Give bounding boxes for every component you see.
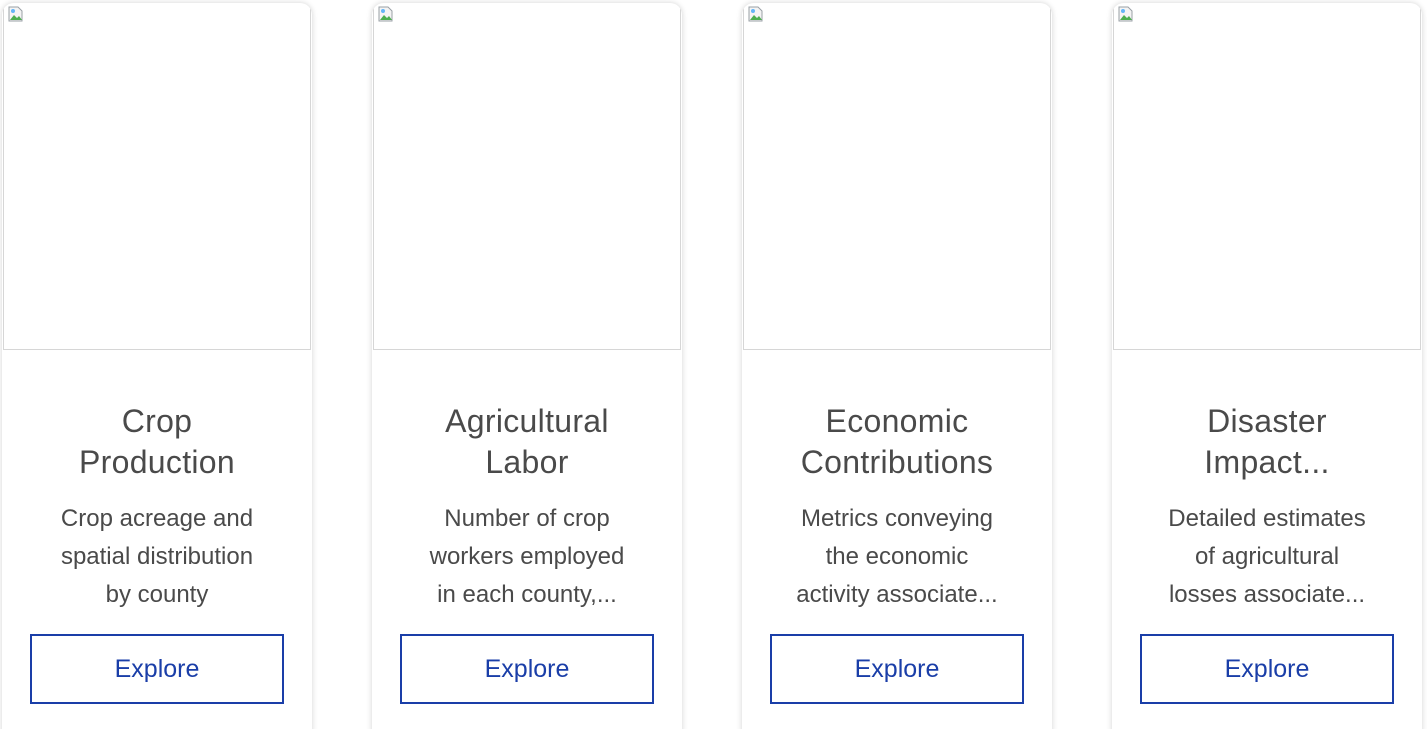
- card-title-line: Disaster: [1207, 403, 1327, 439]
- card-title-line: Economic: [825, 403, 969, 439]
- card-title: Crop Production: [42, 401, 272, 483]
- card-description-line: losses associate...: [1168, 581, 1366, 608]
- explore-button[interactable]: Explore: [400, 634, 654, 704]
- card-image: [743, 4, 1051, 350]
- broken-image-icon: [1118, 6, 1133, 22]
- card-title-line: Crop: [121, 403, 193, 439]
- card-title-line: Agricultural: [445, 403, 609, 439]
- broken-image-icon: [748, 6, 763, 22]
- card-agricultural-labor: Agricultural Labor Number of crop worker…: [372, 3, 682, 729]
- card-grid: Crop Production Crop acreage and spatial…: [0, 0, 1427, 729]
- card-description-line: Number of crop: [444, 505, 610, 532]
- card-title-line: Contributions: [800, 444, 994, 480]
- card-disaster-impact: Disaster Impact... Detailed estimates of…: [1112, 3, 1422, 729]
- card-description-line: Detailed estimates: [1168, 505, 1366, 532]
- card-title-line: Labor: [485, 444, 569, 480]
- card-description-line: the economic: [825, 543, 969, 570]
- card-title: Agricultural Labor: [412, 401, 642, 483]
- broken-image-icon: [378, 6, 393, 22]
- card-description-line: of agricultural: [1194, 543, 1340, 570]
- card-title: Disaster Impact...: [1152, 401, 1382, 483]
- card-image: [3, 4, 311, 350]
- card-description: Number of crop workers employed in each …: [402, 500, 652, 614]
- explore-button[interactable]: Explore: [1140, 634, 1394, 704]
- card-title-line: Impact...: [1204, 444, 1330, 480]
- card-description-line: in each county,...: [437, 581, 617, 608]
- card-description-line: Metrics conveying: [800, 505, 994, 532]
- card-description-line: workers employed: [429, 543, 625, 570]
- card-description-line: activity associate...: [796, 581, 998, 608]
- card-description: Metrics conveying the economic activity …: [772, 500, 1022, 614]
- card-description-line: Crop acreage and: [60, 505, 254, 532]
- card-economic-contributions: Economic Contributions Metrics conveying…: [742, 3, 1052, 729]
- card-description: Crop acreage and spatial distribution by…: [32, 500, 282, 614]
- card-image: [1113, 4, 1421, 350]
- card-description-line: spatial distribution: [60, 543, 254, 570]
- explore-button[interactable]: Explore: [770, 634, 1024, 704]
- card-title-line: Production: [79, 444, 235, 480]
- explore-button[interactable]: Explore: [30, 634, 284, 704]
- card-description-line: by county: [105, 581, 209, 608]
- card-image: [373, 4, 681, 350]
- card-crop-production: Crop Production Crop acreage and spatial…: [2, 3, 312, 729]
- card-title: Economic Contributions: [782, 401, 1012, 483]
- card-description: Detailed estimates of agricultural losse…: [1142, 500, 1392, 614]
- broken-image-icon: [8, 6, 23, 22]
